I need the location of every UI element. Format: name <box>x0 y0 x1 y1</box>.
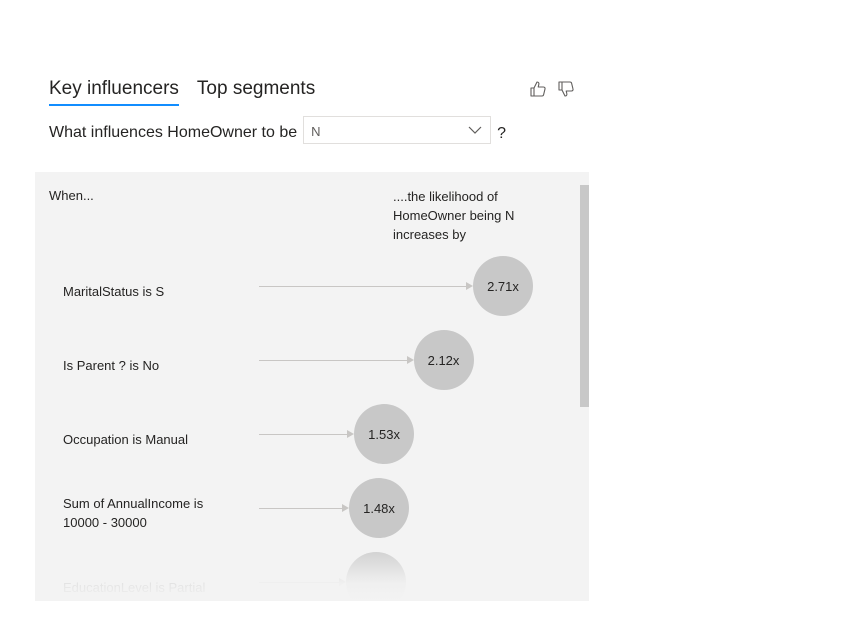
likelihood-bubble <box>345 552 406 601</box>
influencer-row[interactable]: Sum of AnnualIncome is 10000 - 30000 1.48… <box>35 478 580 548</box>
influencer-row[interactable]: MaritalStatus is S 2.71x <box>35 256 580 326</box>
thumbs-down-icon[interactable] <box>557 80 575 98</box>
arrow-head-icon <box>466 282 473 290</box>
arrow-head-icon <box>347 430 355 438</box>
tab-top-segments[interactable]: Top segments <box>197 78 315 106</box>
influencer-label: Sum of AnnualIncome is 10000 - 30000 <box>63 496 204 530</box>
likelihood-bubble: 1.48x <box>349 478 410 538</box>
tab-key-influencers[interactable]: Key influencers <box>49 78 179 106</box>
arrow-head-icon <box>338 578 346 586</box>
influencer-label: Occupation is Manual <box>63 432 189 447</box>
arrow-head-icon <box>406 356 414 364</box>
likelihood-bubble: 2.71x <box>473 256 533 316</box>
influence-question: What influences HomeOwner to be N ? <box>49 116 506 144</box>
influencer-label: MaritalStatus is S <box>63 284 165 299</box>
influencer-label: EducationLevel is Partial <box>63 580 206 595</box>
thumbs-up-icon[interactable] <box>529 80 547 98</box>
question-text: What influences HomeOwner to be <box>49 124 298 141</box>
feedback-buttons <box>529 80 575 98</box>
when-header: When... <box>49 188 94 203</box>
value-dropdown[interactable]: N <box>303 116 492 144</box>
likelihood-header: ....the likelihood of HomeOwner being N … <box>393 189 515 242</box>
arrow-head-icon <box>342 504 350 512</box>
influencer-row[interactable]: Occupation is Manual 1.53x <box>35 404 580 474</box>
influencer-label: Is Parent ? is No <box>63 358 160 373</box>
chevron-down-icon <box>468 126 482 134</box>
likelihood-bubble: 2.12x <box>413 330 474 390</box>
influence-arrow-line <box>259 360 407 361</box>
dropdown-value: N <box>311 124 321 139</box>
influencer-row[interactable]: EducationLevel is Partial <box>35 552 580 601</box>
influence-arrow-line <box>259 434 348 435</box>
influence-arrow-line <box>259 582 339 583</box>
tab-bar: Key influencers Top segments <box>49 78 315 106</box>
influence-arrow-line <box>259 508 343 509</box>
scrollbar[interactable] <box>580 185 589 407</box>
question-mark: ? <box>497 125 507 142</box>
likelihood-bubble: 1.53x <box>354 404 415 464</box>
influencer-row[interactable]: Is Parent ? is No 2.12x <box>35 330 580 400</box>
influence-arrow-line <box>259 286 466 287</box>
influencers-panel: When... ....the likelihood of HomeOwner … <box>35 172 589 601</box>
